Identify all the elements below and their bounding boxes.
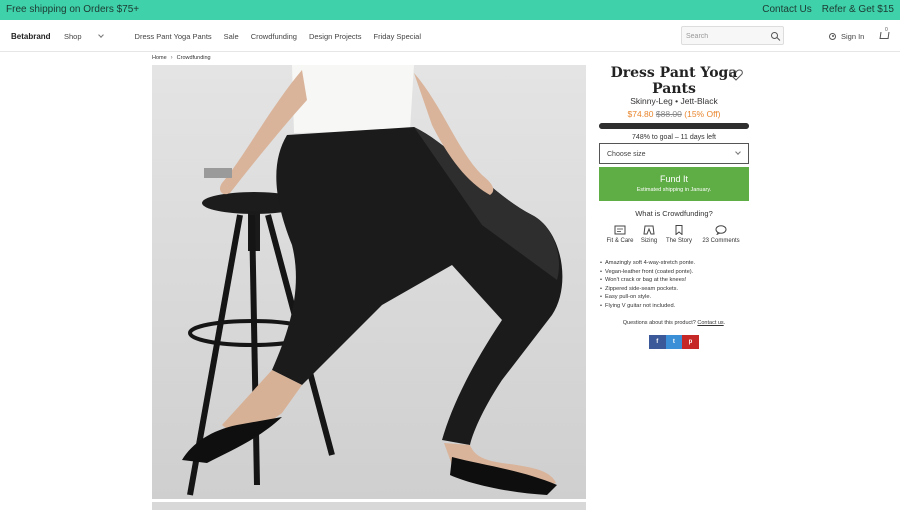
chevron-down-icon: [735, 149, 741, 155]
pants-icon: [643, 225, 655, 235]
list-item: Won't crack or bag at the knees!: [600, 276, 750, 285]
nav-item-sale[interactable]: Sale: [224, 32, 239, 41]
user-icon: [829, 33, 836, 40]
tab-comments[interactable]: 23 Comments: [699, 225, 743, 244]
sale-price: $74.80: [627, 109, 654, 119]
nav-item-design-projects[interactable]: Design Projects: [309, 32, 362, 41]
pinterest-icon[interactable]: p: [682, 335, 699, 349]
promo-text: Free shipping on Orders $75+: [6, 4, 140, 15]
nav-item-crowdfunding[interactable]: Crowdfunding: [251, 32, 297, 41]
list-item: Flying V guitar not included.: [600, 302, 750, 311]
search-box: [681, 26, 784, 45]
cart-icon: [879, 32, 890, 39]
nav-links: Shop Dress Pant Yoga Pants Sale Crowdfun…: [64, 32, 433, 41]
nav-item-friday-special[interactable]: Friday Special: [374, 32, 422, 41]
size-select[interactable]: Choose size: [599, 143, 749, 164]
list-item: Amazingly soft 4-way-stretch ponte.: [600, 259, 750, 268]
sign-in-link[interactable]: Sign In: [829, 32, 864, 41]
questions-line: Questions about this product? Contact us…: [598, 320, 750, 326]
breadcrumb-separator-icon: ›: [170, 55, 173, 61]
fund-it-button[interactable]: Fund It Estimated shipping in January.: [599, 167, 749, 201]
tab-fit-care[interactable]: Fit & Care: [605, 225, 635, 244]
promo-links: Contact Us Refer & Get $15: [762, 4, 894, 15]
product-title-line2: Pants: [652, 81, 696, 97]
product-title-line1: Dress Pant Yoga: [610, 65, 738, 81]
contact-us-inline-link[interactable]: Contact us: [697, 320, 723, 326]
promo-bar: Free shipping on Orders $75+ Contact Us …: [0, 0, 900, 20]
bookmark-icon: [675, 225, 683, 235]
size-select-value: Choose size: [607, 151, 646, 158]
search-input[interactable]: [686, 30, 766, 42]
refer-link[interactable]: Refer & Get $15: [822, 4, 894, 15]
product-title: Dress Pant Yoga Pants: [598, 65, 750, 97]
questions-text: Questions about this product?: [622, 320, 696, 326]
product-tabs: Fit & Care Sizing The Story 23 Comments: [605, 225, 745, 249]
garment-tag-icon: [614, 225, 626, 235]
tab-fit-care-label: Fit & Care: [606, 238, 634, 244]
fund-it-label: Fund It: [659, 174, 688, 184]
social-share: f t p: [649, 335, 699, 349]
price-line: $74.80 $88.00 (15% Off): [598, 109, 750, 119]
funding-progress-fill: [599, 123, 749, 129]
facebook-icon[interactable]: f: [649, 335, 666, 349]
main-nav: Betabrand Shop Dress Pant Yoga Pants Sal…: [0, 20, 900, 52]
contact-us-link[interactable]: Contact Us: [762, 4, 811, 15]
nav-item-dress-pant-yoga-pants[interactable]: Dress Pant Yoga Pants: [135, 32, 212, 41]
heart-icon[interactable]: [729, 69, 743, 81]
tab-the-story[interactable]: The Story: [664, 225, 694, 244]
list-item: Vegan-leather front (coated ponte).: [600, 268, 750, 277]
nav-item-shop[interactable]: Shop: [64, 32, 115, 41]
list-item: Easy pull-on style.: [600, 293, 750, 302]
search-icon[interactable]: [771, 32, 778, 39]
cart-button[interactable]: 0: [879, 27, 892, 43]
funding-goal-text: 748% to goal – 11 days left: [632, 134, 716, 141]
tab-comments-label: 23 Comments: [702, 238, 740, 244]
fund-it-subtext: Estimated shipping in January.: [636, 187, 712, 193]
product-photo-illustration: [152, 65, 586, 499]
product-photo[interactable]: [152, 65, 586, 499]
what-is-crowdfunding-link[interactable]: What is Crowdfunding?: [598, 209, 750, 218]
questions-period: .: [723, 320, 726, 326]
breadcrumb: Home › Crowdfunding: [152, 55, 211, 61]
chevron-down-icon: [97, 32, 104, 38]
original-price: $88.00: [655, 109, 682, 119]
nav-item-shop-label: Shop: [64, 32, 82, 41]
tab-sizing-label: Sizing: [640, 238, 658, 244]
comment-icon: [715, 225, 727, 235]
discount-label: (15% Off): [684, 109, 721, 119]
breadcrumb-home[interactable]: Home: [152, 55, 167, 61]
list-item: Zippered side-seam pockets.: [600, 285, 750, 294]
twitter-icon[interactable]: t: [665, 335, 683, 349]
tab-the-story-label: The Story: [665, 238, 692, 244]
product-subtitle: Skinny-Leg • Jett-Black: [630, 96, 718, 106]
product-photo-secondary[interactable]: [152, 502, 586, 510]
feature-list: Amazingly soft 4-way-stretch ponte. Vega…: [600, 259, 750, 311]
breadcrumb-current[interactable]: Crowdfunding: [177, 55, 211, 61]
tab-sizing[interactable]: Sizing: [639, 225, 659, 244]
logo[interactable]: Betabrand: [11, 32, 51, 41]
funding-progress-bar: [599, 123, 749, 129]
sign-in-label: Sign In: [841, 32, 865, 41]
